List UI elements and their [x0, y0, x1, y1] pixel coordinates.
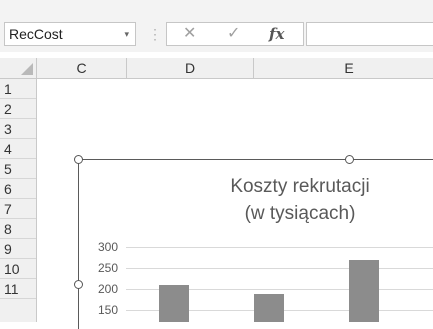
column-header-d[interactable]: D — [127, 58, 254, 78]
insert-function-icon[interactable]: fx — [269, 23, 284, 45]
chart-title-line-1[interactable]: Koszty rekrutacji — [150, 174, 433, 200]
formula-bar-buttons: ✕ ✓ fx — [166, 22, 304, 46]
chevron-down-icon[interactable]: ▾ — [124, 23, 129, 45]
bar-3[interactable] — [349, 260, 379, 322]
row-header-3[interactable]: 3 — [0, 119, 36, 139]
row-header-10[interactable]: 10 — [0, 259, 36, 279]
row-header-4[interactable]: 4 — [0, 139, 36, 159]
gridline-250 — [126, 268, 433, 269]
row-header-11[interactable]: 11 — [0, 279, 36, 299]
column-header-e[interactable]: E — [254, 58, 433, 78]
resize-handle-middle-left[interactable] — [74, 280, 83, 289]
row-header-2[interactable]: 2 — [0, 99, 36, 119]
bar-1[interactable] — [159, 284, 189, 322]
y-axis-tick-label: 300 — [97, 240, 118, 254]
name-box-value: RecCost — [9, 26, 63, 42]
formula-bar-separator: ⋮ — [148, 26, 162, 42]
resize-handle-top-middle[interactable] — [345, 155, 354, 164]
bar-2[interactable] — [254, 294, 284, 322]
row-header-7[interactable]: 7 — [0, 199, 36, 219]
select-all-button[interactable] — [0, 58, 37, 78]
name-box[interactable]: RecCost ▾ — [4, 22, 136, 46]
resize-handle-top-left[interactable] — [74, 155, 83, 164]
row-header-9[interactable]: 9 — [0, 239, 36, 259]
select-all-icon — [21, 63, 33, 75]
chart-title-line-2[interactable]: (w tysiącach) — [150, 201, 433, 227]
cancel-icon[interactable]: ✕ — [183, 23, 196, 45]
formula-input[interactable] — [306, 22, 433, 46]
row-header-6[interactable]: 6 — [0, 179, 36, 199]
y-axis-tick-label: 150 — [97, 303, 118, 317]
y-axis-tick-label: 200 — [97, 282, 118, 296]
column-headers: C D E — [0, 58, 433, 79]
formula-bar: RecCost ▾ ⋮ ✕ ✓ fx — [0, 0, 433, 52]
y-axis-tick-label: 250 — [97, 261, 118, 275]
gridline-300 — [126, 247, 433, 248]
column-header-c[interactable]: C — [37, 58, 127, 78]
row-header-1[interactable]: 1 — [0, 79, 36, 99]
row-header-8[interactable]: 8 — [0, 219, 36, 239]
row-header-5[interactable]: 5 — [0, 159, 36, 179]
row-headers: 1 2 3 4 5 6 7 8 9 10 11 — [0, 79, 37, 322]
enter-icon[interactable]: ✓ — [227, 23, 240, 45]
